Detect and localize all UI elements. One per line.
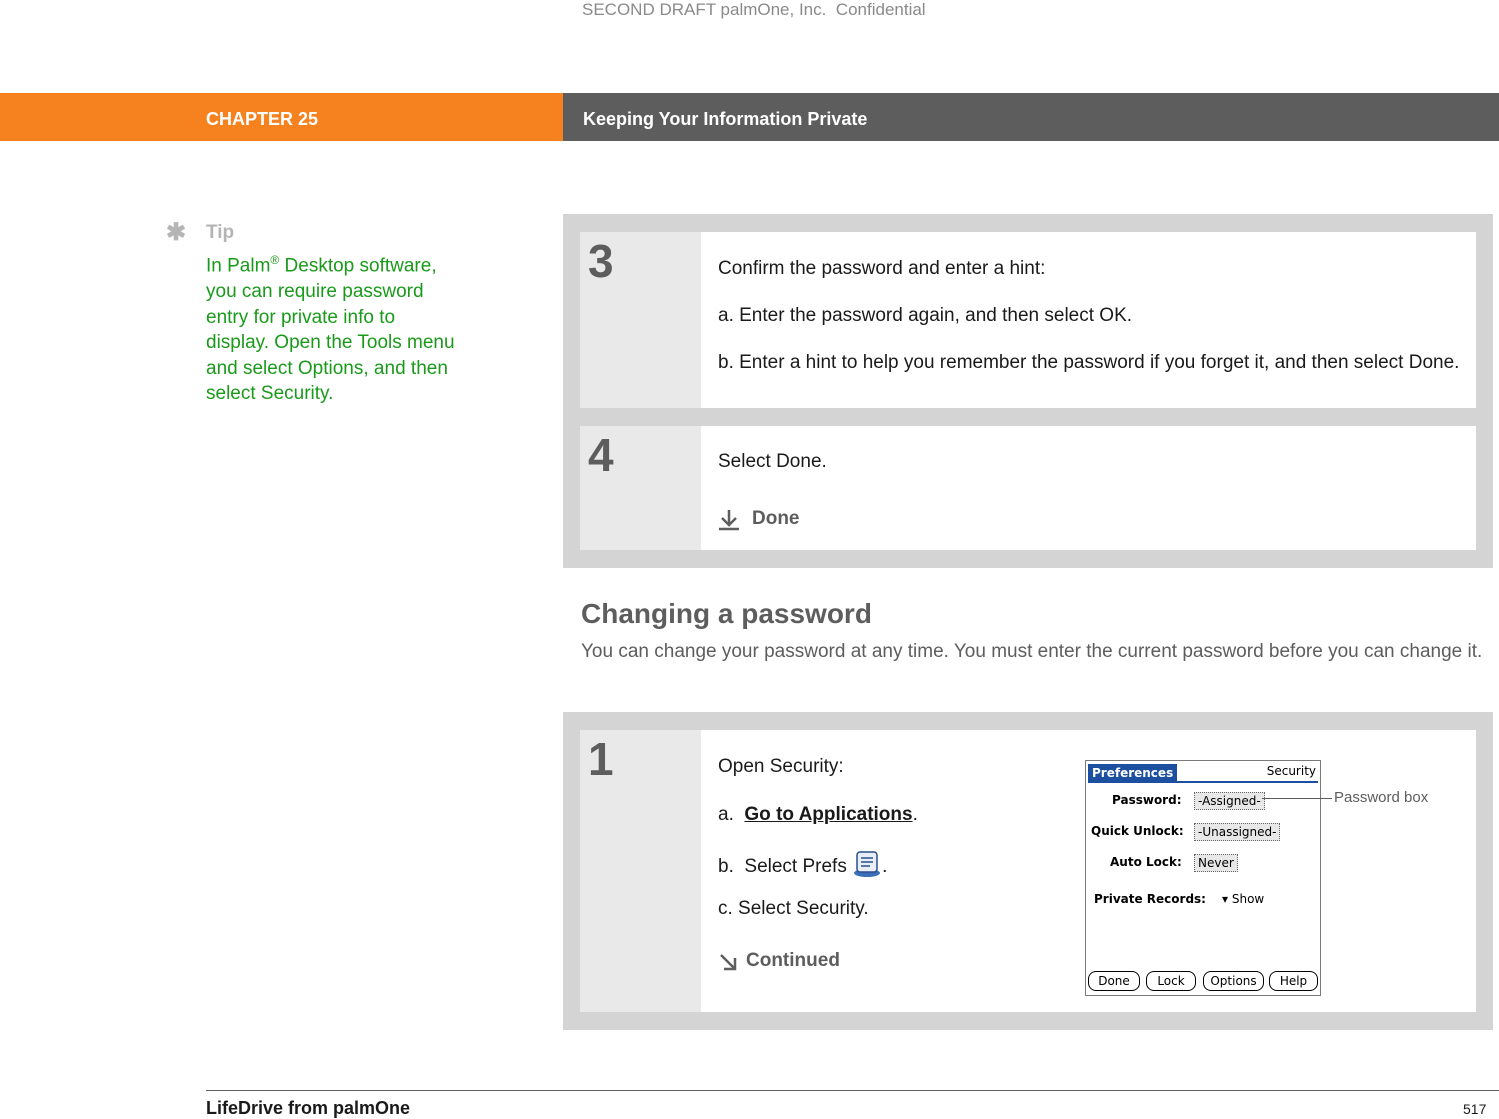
- step-number-cell: 1: [580, 730, 701, 1012]
- footer-rule: [206, 1090, 1499, 1091]
- palm-section-label: Security: [1266, 764, 1316, 778]
- step-4: 4 Select Done. Done: [580, 426, 1476, 550]
- steps-panel-top: 3 Confirm the password and enter a hint:…: [563, 214, 1493, 568]
- callout-text: Password box: [1334, 789, 1429, 806]
- password-box[interactable]: -Assigned-: [1194, 792, 1265, 810]
- private-records-select[interactable]: ▾ Show: [1222, 892, 1264, 906]
- step-number-cell: 3: [580, 232, 701, 408]
- tip-heading: Tip: [206, 222, 235, 243]
- quick-unlock-label: Quick Unlock:: [1091, 824, 1184, 838]
- tip-text: In Palm® Desktop software, you can requi…: [206, 253, 455, 405]
- triangle-down-icon: ▾: [1222, 892, 1229, 906]
- step-number: 3: [588, 235, 614, 287]
- go-to-applications-link[interactable]: Go to Applications: [744, 804, 912, 825]
- watermark: SECOND DRAFT palmOne, Inc. Confidential: [582, 0, 926, 19]
- steps-panel-bottom: 1 Open Security: a. Go to Applications. …: [563, 712, 1493, 1030]
- step-number: 4: [588, 429, 614, 481]
- step-intro: Select Done.: [718, 451, 827, 472]
- palm-title-underline: [1088, 781, 1318, 783]
- prefs-icon: [854, 851, 881, 877]
- security-screenshot: Preferences Security Password: -Assigned…: [1085, 760, 1321, 996]
- private-records-label: Private Records:: [1094, 892, 1206, 906]
- section-body: You can change your password at any time…: [581, 641, 1483, 662]
- asterisk-icon: ✱: [166, 219, 187, 246]
- palm-title: Preferences: [1088, 764, 1178, 782]
- palm-options-button[interactable]: Options: [1203, 971, 1264, 991]
- callout-line: [1262, 798, 1332, 799]
- step-number-cell: 4: [580, 426, 701, 550]
- palm-lock-button[interactable]: Lock: [1146, 971, 1196, 991]
- chapter-title: Keeping Your Information Private: [583, 109, 868, 129]
- palm-done-button[interactable]: Done: [1088, 971, 1140, 991]
- continued-label: Continued: [746, 950, 840, 971]
- step-substep-a: a. Go to Applications.: [718, 804, 918, 825]
- section-title: Changing a password: [581, 598, 872, 629]
- done-arrow-icon: [719, 510, 739, 531]
- continued-arrow-icon: [720, 954, 737, 971]
- step-3: 3 Confirm the password and enter a hint:…: [580, 232, 1476, 408]
- step-substep-a: a. Enter the password again, and then se…: [718, 305, 1133, 326]
- auto-lock-label: Auto Lock:: [1110, 855, 1182, 869]
- step-substep-b: b. Select Prefs .: [718, 850, 887, 878]
- chapter-label: CHAPTER 25: [206, 109, 319, 129]
- page-number: 517: [1463, 1101, 1487, 1117]
- password-label: Password:: [1112, 793, 1182, 807]
- step-1: 1 Open Security: a. Go to Applications. …: [580, 730, 1476, 1012]
- quick-unlock-box[interactable]: -Unassigned-: [1194, 823, 1281, 841]
- step-substep-b: b. Enter a hint to help you remember the…: [718, 352, 1460, 373]
- palm-help-button[interactable]: Help: [1269, 971, 1318, 991]
- footer-product: LifeDrive from palmOne: [206, 1098, 411, 1118]
- done-label: Done: [752, 508, 800, 529]
- step-intro: Open Security:: [718, 756, 844, 777]
- step-intro: Confirm the password and enter a hint:: [718, 258, 1046, 279]
- step-substep-c: c. Select Security.: [718, 898, 869, 919]
- auto-lock-box[interactable]: Never: [1194, 854, 1238, 872]
- step-number: 1: [588, 733, 614, 785]
